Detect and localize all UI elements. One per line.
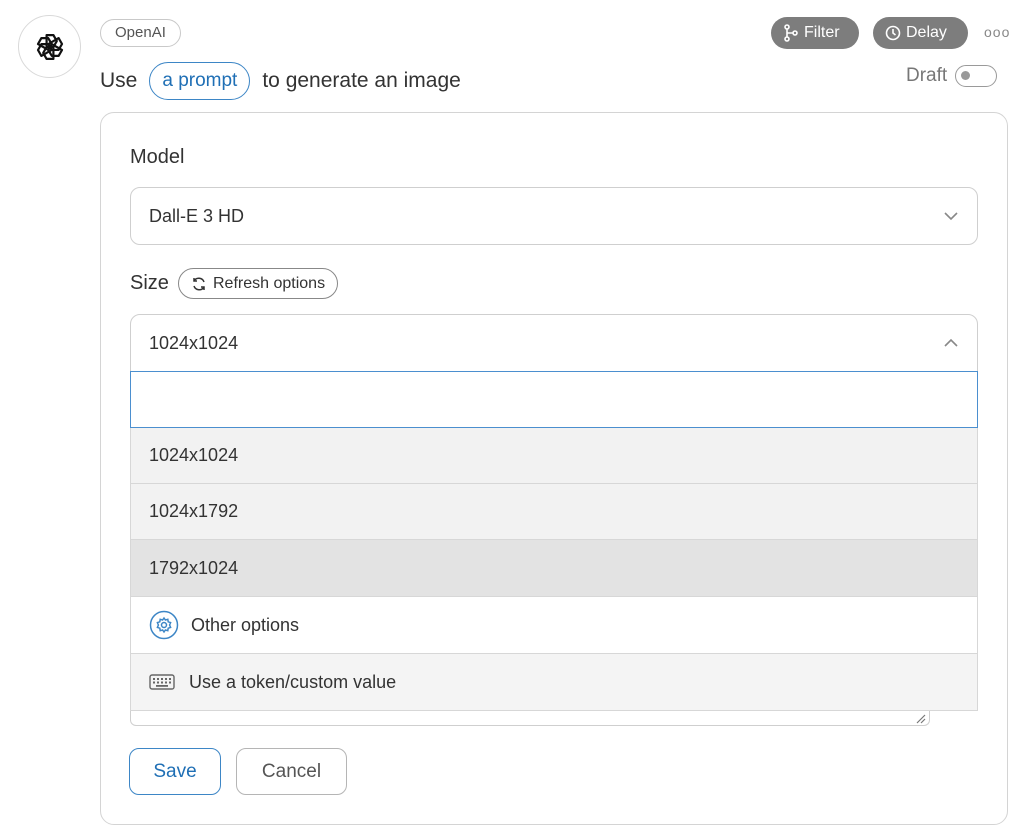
filter-label: Filter bbox=[804, 24, 840, 41]
clock-icon bbox=[885, 25, 901, 41]
step-title: Use a prompt to generate an image bbox=[100, 60, 461, 102]
size-option-label: 1792x1024 bbox=[149, 557, 239, 578]
size-option-label: 1024x1792 bbox=[149, 501, 239, 521]
model-value: Dall-E 3 HD bbox=[149, 205, 245, 226]
cancel-button[interactable]: Cancel bbox=[236, 748, 347, 795]
openai-logo-icon bbox=[36, 33, 63, 60]
size-label: Size bbox=[130, 272, 169, 294]
size-option[interactable]: 1024x1792 bbox=[130, 484, 978, 540]
resize-handle-icon[interactable] bbox=[914, 712, 926, 724]
filter-button[interactable]: Filter bbox=[771, 17, 859, 49]
size-select[interactable]: 1024x1024 bbox=[130, 314, 978, 372]
custom-value-label: Use a token/custom value bbox=[189, 671, 397, 692]
title-prefix: Use bbox=[100, 69, 138, 92]
save-button[interactable]: Save bbox=[129, 748, 221, 795]
model-label: Model bbox=[130, 146, 185, 168]
prompt-chip[interactable]: a prompt bbox=[149, 62, 251, 100]
size-option-label: 1024x1024 bbox=[149, 445, 239, 465]
provider-badge: OpenAI bbox=[100, 19, 181, 47]
draft-toggle-group: Draft bbox=[906, 62, 998, 90]
refresh-icon bbox=[193, 276, 205, 291]
chevron-up-icon bbox=[944, 338, 958, 347]
draft-toggle[interactable] bbox=[955, 65, 998, 87]
chevron-down-icon bbox=[944, 212, 958, 221]
size-search-input[interactable] bbox=[130, 371, 978, 428]
other-options-item[interactable]: Other options bbox=[130, 597, 978, 654]
custom-value-item[interactable]: Use a token/custom value bbox=[130, 654, 978, 711]
delay-button[interactable]: Delay bbox=[873, 17, 968, 49]
other-options-label: Other options bbox=[191, 614, 300, 635]
gear-icon bbox=[149, 610, 179, 640]
model-select[interactable]: Dall-E 3 HD bbox=[130, 187, 978, 245]
size-option[interactable]: 1024x1024 bbox=[130, 428, 978, 484]
more-options-icon[interactable]: ooo bbox=[984, 24, 1010, 40]
size-value: 1024x1024 bbox=[149, 332, 239, 353]
branch-icon bbox=[784, 24, 798, 42]
size-option-highlighted[interactable]: 1792x1024 bbox=[130, 540, 978, 597]
openai-logo-avatar bbox=[18, 15, 81, 78]
draft-label: Draft bbox=[906, 65, 948, 86]
refresh-options-button[interactable]: Refresh options bbox=[178, 268, 339, 299]
delay-label: Delay bbox=[906, 24, 947, 41]
refresh-label: Refresh options bbox=[213, 274, 326, 292]
prompt-textarea[interactable] bbox=[130, 711, 930, 726]
keyboard-icon bbox=[149, 674, 175, 690]
title-suffix: to generate an image bbox=[262, 69, 461, 92]
